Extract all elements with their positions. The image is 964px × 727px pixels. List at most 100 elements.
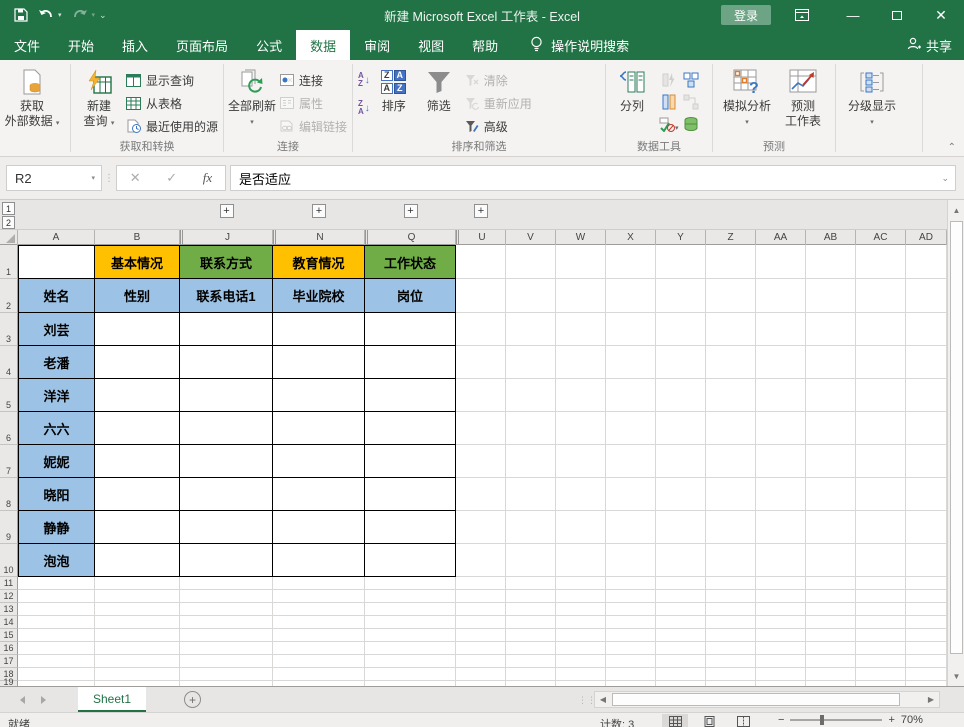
cell-J15[interactable] [180, 629, 273, 642]
cell-AB14[interactable] [806, 616, 856, 629]
cell-Q3[interactable] [365, 313, 456, 346]
cell-AD5[interactable] [906, 379, 947, 412]
column-header-Z[interactable]: Z [706, 230, 756, 245]
cell-AB2[interactable] [806, 279, 856, 313]
cell-Y14[interactable] [656, 616, 706, 629]
cell-U16[interactable] [456, 642, 506, 655]
cell-X7[interactable] [606, 445, 656, 478]
cell-V5[interactable] [506, 379, 556, 412]
cell-Q17[interactable] [365, 655, 456, 668]
cell-AC10[interactable] [856, 544, 906, 577]
cell-AA17[interactable] [756, 655, 806, 668]
cell-AA6[interactable] [756, 412, 806, 445]
row-number-8[interactable]: 8 [0, 478, 18, 511]
cell-A9[interactable]: 静静 [18, 511, 95, 544]
cell-B1[interactable]: 基本情况 [95, 245, 180, 279]
cell-W17[interactable] [556, 655, 606, 668]
cell-Y16[interactable] [656, 642, 706, 655]
cell-AC13[interactable] [856, 603, 906, 616]
row-number-10[interactable]: 10 [0, 544, 18, 577]
cell-AA1[interactable] [756, 245, 806, 279]
show-queries-button[interactable]: 显示查询 [124, 70, 220, 90]
cell-Y12[interactable] [656, 590, 706, 603]
cell-V4[interactable] [506, 346, 556, 379]
formula-bar-splitter[interactable]: ⋮ [102, 173, 116, 184]
refresh-all-button[interactable]: 全部刷新 ▾ [227, 64, 277, 130]
cell-W16[interactable] [556, 642, 606, 655]
cell-V12[interactable] [506, 590, 556, 603]
cell-B18[interactable] [95, 668, 180, 681]
cell-AC7[interactable] [856, 445, 906, 478]
cell-Q11[interactable] [365, 577, 456, 590]
cell-Y10[interactable] [656, 544, 706, 577]
cell-J4[interactable] [180, 346, 273, 379]
cell-Y15[interactable] [656, 629, 706, 642]
cell-X6[interactable] [606, 412, 656, 445]
undo-dropdown-icon[interactable]: ▾ [58, 11, 62, 19]
zoom-in-icon[interactable]: + [888, 714, 894, 726]
cell-J18[interactable] [180, 668, 273, 681]
cell-AB4[interactable] [806, 346, 856, 379]
cell-AC4[interactable] [856, 346, 906, 379]
cell-AD13[interactable] [906, 603, 947, 616]
tab-page-layout[interactable]: 页面布局 [162, 30, 242, 60]
cell-AA5[interactable] [756, 379, 806, 412]
new-query-button[interactable]: 新建 查询 ▾ [74, 64, 124, 131]
formula-bar-expand-icon[interactable]: ⌄ [941, 173, 949, 184]
cell-AC14[interactable] [856, 616, 906, 629]
column-header-Y[interactable]: Y [656, 230, 706, 245]
sheet-tab-sheet1[interactable]: Sheet1 [78, 687, 146, 712]
cell-AD16[interactable] [906, 642, 947, 655]
row-number-4[interactable]: 4 [0, 346, 18, 379]
column-header-W[interactable]: W [556, 230, 606, 245]
cell-N13[interactable] [273, 603, 365, 616]
cell-U17[interactable] [456, 655, 506, 668]
cell-A16[interactable] [18, 642, 95, 655]
tab-home[interactable]: 开始 [54, 30, 108, 60]
cell-AD14[interactable] [906, 616, 947, 629]
cell-AA15[interactable] [756, 629, 806, 642]
cell-AA18[interactable] [756, 668, 806, 681]
cell-B3[interactable] [95, 313, 180, 346]
cell-Q13[interactable] [365, 603, 456, 616]
cell-B16[interactable] [95, 642, 180, 655]
cell-Z11[interactable] [706, 577, 756, 590]
name-box-dropdown-icon[interactable]: ▾ [91, 174, 95, 182]
cell-AB17[interactable] [806, 655, 856, 668]
column-header-B[interactable]: B [95, 230, 180, 245]
row-number-12[interactable]: 12 [0, 590, 18, 603]
cell-AC1[interactable] [856, 245, 906, 279]
cell-U12[interactable] [456, 590, 506, 603]
cell-AC18[interactable] [856, 668, 906, 681]
cell-W5[interactable] [556, 379, 606, 412]
save-icon[interactable] [14, 8, 28, 22]
cell-Z13[interactable] [706, 603, 756, 616]
cell-Q2[interactable]: 岗位 [365, 279, 456, 313]
cell-AB7[interactable] [806, 445, 856, 478]
row-number-7[interactable]: 7 [0, 445, 18, 478]
cell-U18[interactable] [456, 668, 506, 681]
cell-J13[interactable] [180, 603, 273, 616]
cell-Q16[interactable] [365, 642, 456, 655]
sort-descending-button[interactable]: ZA↓ [356, 98, 372, 118]
expand-columns-button[interactable]: + [220, 204, 234, 218]
collapse-ribbon-icon[interactable]: ⌃ [948, 142, 956, 153]
cell-Y3[interactable] [656, 313, 706, 346]
cell-Z4[interactable] [706, 346, 756, 379]
zoom-slider-thumb[interactable] [820, 715, 824, 725]
cell-U13[interactable] [456, 603, 506, 616]
get-external-data-button[interactable]: 获取 外部数据 ▾ [3, 64, 61, 131]
cell-A14[interactable] [18, 616, 95, 629]
tab-file[interactable]: 文件 [0, 30, 54, 60]
cell-B12[interactable] [95, 590, 180, 603]
cell-AC11[interactable] [856, 577, 906, 590]
cell-X4[interactable] [606, 346, 656, 379]
cell-V18[interactable] [506, 668, 556, 681]
cell-V13[interactable] [506, 603, 556, 616]
cell-X14[interactable] [606, 616, 656, 629]
cell-N16[interactable] [273, 642, 365, 655]
sort-ascending-button[interactable]: AZ↓ [356, 70, 372, 90]
cell-W2[interactable] [556, 279, 606, 313]
cell-A11[interactable] [18, 577, 95, 590]
row-number-16[interactable]: 16 [0, 642, 18, 655]
